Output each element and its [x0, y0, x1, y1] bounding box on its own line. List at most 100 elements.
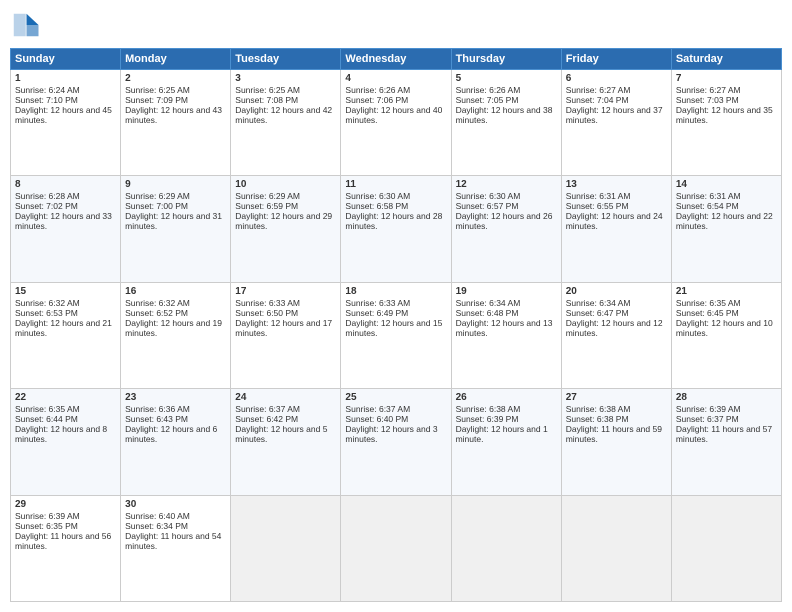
sunrise: Sunrise: 6:33 AM: [345, 298, 410, 308]
sunrise: Sunrise: 6:25 AM: [235, 85, 300, 95]
calendar-cell: 27Sunrise: 6:38 AMSunset: 6:38 PMDayligh…: [561, 389, 671, 495]
daylight: Daylight: 12 hours and 3 minutes.: [345, 424, 437, 444]
calendar-cell: 11Sunrise: 6:30 AMSunset: 6:58 PMDayligh…: [341, 176, 451, 282]
sunrise: Sunrise: 6:32 AM: [15, 298, 80, 308]
sunrise: Sunrise: 6:38 AM: [456, 404, 521, 414]
calendar-row-0: 1Sunrise: 6:24 AMSunset: 7:10 PMDaylight…: [11, 70, 782, 176]
sunset: Sunset: 6:43 PM: [125, 414, 188, 424]
day-header-sunday: Sunday: [11, 49, 121, 70]
daylight: Daylight: 12 hours and 12 minutes.: [566, 318, 663, 338]
day-number: 6: [566, 73, 667, 84]
day-number: 21: [676, 286, 777, 297]
sunset: Sunset: 6:42 PM: [235, 414, 298, 424]
daylight: Daylight: 11 hours and 59 minutes.: [566, 424, 662, 444]
daylight: Daylight: 12 hours and 42 minutes.: [235, 105, 332, 125]
calendar-cell: 6Sunrise: 6:27 AMSunset: 7:04 PMDaylight…: [561, 70, 671, 176]
sunrise: Sunrise: 6:33 AM: [235, 298, 300, 308]
daylight: Daylight: 12 hours and 24 minutes.: [566, 211, 663, 231]
sunset: Sunset: 6:52 PM: [125, 308, 188, 318]
header: [10, 10, 782, 40]
sunset: Sunset: 6:39 PM: [456, 414, 519, 424]
daylight: Daylight: 12 hours and 5 minutes.: [235, 424, 327, 444]
daylight: Daylight: 12 hours and 15 minutes.: [345, 318, 442, 338]
logo-icon: [10, 10, 40, 40]
day-number: 30: [125, 499, 226, 510]
calendar-row-2: 15Sunrise: 6:32 AMSunset: 6:53 PMDayligh…: [11, 282, 782, 388]
calendar-cell: [671, 495, 781, 601]
day-number: 20: [566, 286, 667, 297]
calendar-cell: 23Sunrise: 6:36 AMSunset: 6:43 PMDayligh…: [121, 389, 231, 495]
daylight: Daylight: 12 hours and 38 minutes.: [456, 105, 553, 125]
calendar-cell: [561, 495, 671, 601]
sunset: Sunset: 7:00 PM: [125, 201, 188, 211]
sunrise: Sunrise: 6:34 AM: [566, 298, 631, 308]
sunset: Sunset: 6:50 PM: [235, 308, 298, 318]
day-number: 8: [15, 179, 116, 190]
sunrise: Sunrise: 6:36 AM: [125, 404, 190, 414]
calendar-cell: [451, 495, 561, 601]
calendar-cell: 16Sunrise: 6:32 AMSunset: 6:52 PMDayligh…: [121, 282, 231, 388]
sunrise: Sunrise: 6:26 AM: [345, 85, 410, 95]
day-number: 1: [15, 73, 116, 84]
daylight: Daylight: 12 hours and 19 minutes.: [125, 318, 222, 338]
calendar-cell: 29Sunrise: 6:39 AMSunset: 6:35 PMDayligh…: [11, 495, 121, 601]
day-number: 26: [456, 392, 557, 403]
calendar-cell: 4Sunrise: 6:26 AMSunset: 7:06 PMDaylight…: [341, 70, 451, 176]
sunset: Sunset: 6:47 PM: [566, 308, 629, 318]
day-header-friday: Friday: [561, 49, 671, 70]
day-header-wednesday: Wednesday: [341, 49, 451, 70]
calendar-header-row: SundayMondayTuesdayWednesdayThursdayFrid…: [11, 49, 782, 70]
sunrise: Sunrise: 6:26 AM: [456, 85, 521, 95]
day-number: 27: [566, 392, 667, 403]
calendar-cell: 15Sunrise: 6:32 AMSunset: 6:53 PMDayligh…: [11, 282, 121, 388]
day-number: 9: [125, 179, 226, 190]
daylight: Daylight: 12 hours and 37 minutes.: [566, 105, 663, 125]
calendar-cell: 24Sunrise: 6:37 AMSunset: 6:42 PMDayligh…: [231, 389, 341, 495]
day-header-monday: Monday: [121, 49, 231, 70]
sunset: Sunset: 6:55 PM: [566, 201, 629, 211]
calendar-cell: 18Sunrise: 6:33 AMSunset: 6:49 PMDayligh…: [341, 282, 451, 388]
daylight: Daylight: 12 hours and 28 minutes.: [345, 211, 442, 231]
sunset: Sunset: 6:48 PM: [456, 308, 519, 318]
sunset: Sunset: 6:40 PM: [345, 414, 408, 424]
day-number: 17: [235, 286, 336, 297]
day-number: 28: [676, 392, 777, 403]
sunset: Sunset: 6:38 PM: [566, 414, 629, 424]
sunrise: Sunrise: 6:37 AM: [345, 404, 410, 414]
day-number: 29: [15, 499, 116, 510]
daylight: Daylight: 12 hours and 35 minutes.: [676, 105, 773, 125]
daylight: Daylight: 12 hours and 8 minutes.: [15, 424, 107, 444]
sunrise: Sunrise: 6:31 AM: [676, 191, 741, 201]
daylight: Daylight: 12 hours and 31 minutes.: [125, 211, 222, 231]
calendar-cell: 3Sunrise: 6:25 AMSunset: 7:08 PMDaylight…: [231, 70, 341, 176]
calendar-cell: 25Sunrise: 6:37 AMSunset: 6:40 PMDayligh…: [341, 389, 451, 495]
sunrise: Sunrise: 6:25 AM: [125, 85, 190, 95]
daylight: Daylight: 12 hours and 17 minutes.: [235, 318, 332, 338]
sunrise: Sunrise: 6:30 AM: [345, 191, 410, 201]
day-number: 19: [456, 286, 557, 297]
daylight: Daylight: 12 hours and 1 minute.: [456, 424, 548, 444]
sunrise: Sunrise: 6:24 AM: [15, 85, 80, 95]
day-number: 24: [235, 392, 336, 403]
daylight: Daylight: 12 hours and 43 minutes.: [125, 105, 222, 125]
day-number: 13: [566, 179, 667, 190]
sunrise: Sunrise: 6:27 AM: [566, 85, 631, 95]
sunset: Sunset: 6:54 PM: [676, 201, 739, 211]
sunset: Sunset: 7:08 PM: [235, 95, 298, 105]
daylight: Daylight: 11 hours and 57 minutes.: [676, 424, 772, 444]
sunrise: Sunrise: 6:35 AM: [676, 298, 741, 308]
day-number: 12: [456, 179, 557, 190]
day-number: 16: [125, 286, 226, 297]
page: SundayMondayTuesdayWednesdayThursdayFrid…: [0, 0, 792, 612]
day-number: 22: [15, 392, 116, 403]
sunset: Sunset: 6:34 PM: [125, 521, 188, 531]
day-number: 2: [125, 73, 226, 84]
sunrise: Sunrise: 6:29 AM: [235, 191, 300, 201]
day-number: 10: [235, 179, 336, 190]
sunset: Sunset: 6:53 PM: [15, 308, 78, 318]
daylight: Daylight: 12 hours and 6 minutes.: [125, 424, 217, 444]
sunset: Sunset: 7:04 PM: [566, 95, 629, 105]
calendar-cell: 1Sunrise: 6:24 AMSunset: 7:10 PMDaylight…: [11, 70, 121, 176]
calendar-cell: 7Sunrise: 6:27 AMSunset: 7:03 PMDaylight…: [671, 70, 781, 176]
day-number: 7: [676, 73, 777, 84]
